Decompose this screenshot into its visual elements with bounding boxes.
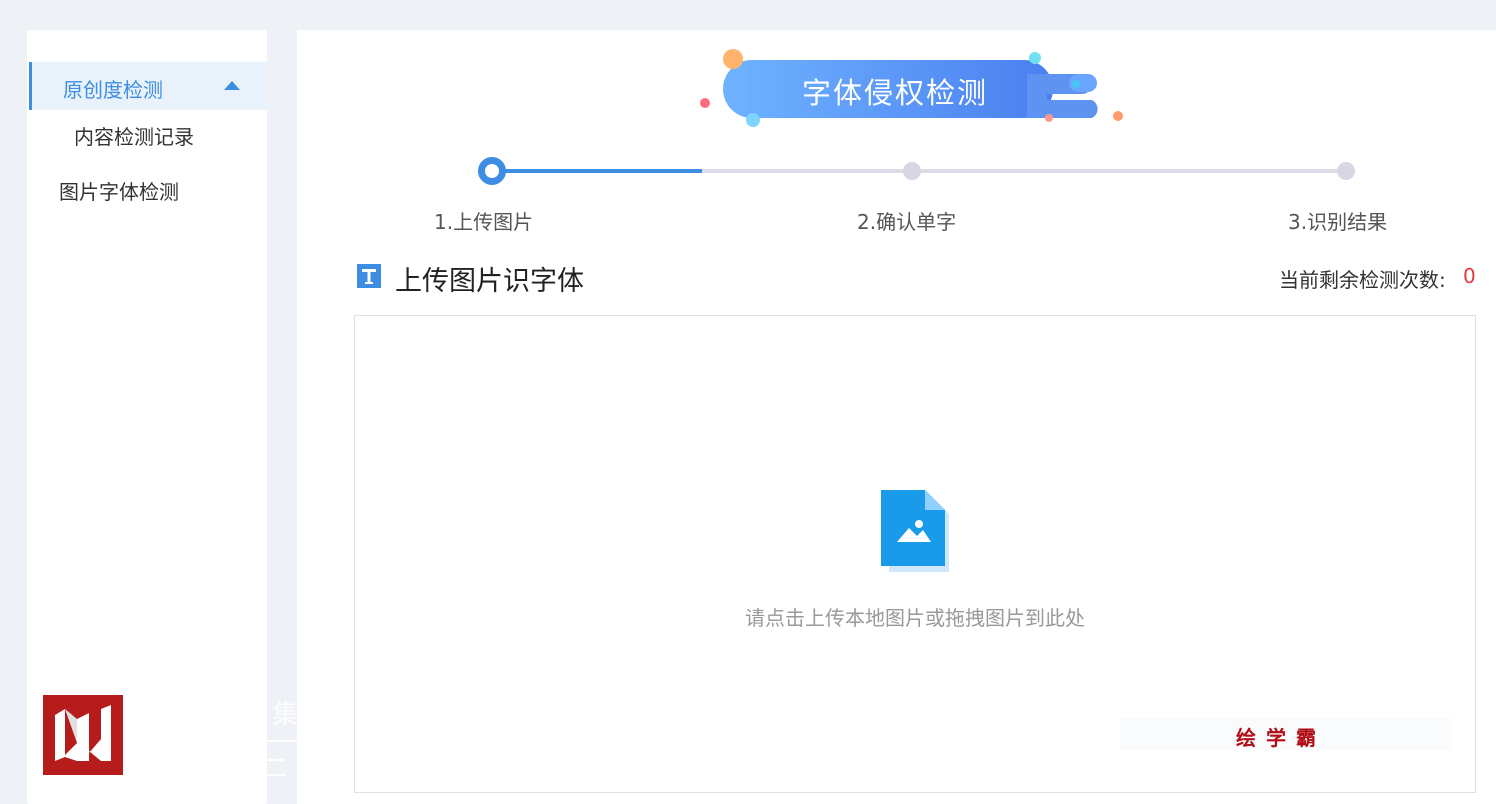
remaining-checks-label: 当前剩余检测次数: [1279, 268, 1446, 292]
sidebar-group-originality-check[interactable]: 原创度检测 [29, 62, 267, 110]
page-banner: 字体侵权检测 [697, 44, 1137, 144]
watermark-text: 绘学霸 [1236, 726, 1326, 750]
section-title: 上传图片识字体 [395, 266, 584, 297]
upload-dropzone[interactable]: 请点击上传本地图片或拖拽图片到此处 绘学霸 [354, 315, 1476, 793]
watermark: 绘学霸 [1120, 718, 1452, 750]
sidebar-group-label: 原创度检测 [63, 78, 163, 102]
main-panel: 字体侵权检测 1.上传图片 2.确认单字 3.识别结果 上传图片识字体 当前剩余… [297, 30, 1496, 804]
remaining-checks-count: 0 [1463, 264, 1476, 288]
sidebar-item-content-records[interactable]: 内容检测记录 [74, 121, 194, 150]
sidebar: 原创度检测 内容检测记录 图片字体检测 [27, 30, 267, 804]
w-logo-icon [43, 695, 123, 775]
banner-title: 字体侵权检测 [802, 76, 989, 110]
upload-hint: 请点击上传本地图片或拖拽图片到此处 [745, 606, 1085, 630]
steps-progress [490, 169, 702, 173]
step-label-1: 1.上传图片 [434, 210, 534, 234]
step-label-3: 3.识别结果 [1288, 210, 1388, 234]
step-label-2: 2.确认单字 [857, 210, 957, 234]
brand-logo [43, 695, 123, 775]
overlay-text: 二 [263, 754, 287, 782]
sidebar-item-image-font-check[interactable]: 图片字体检测 [59, 176, 179, 205]
step-dot-1 [478, 157, 506, 185]
chevron-up-icon[interactable] [224, 81, 240, 90]
image-file-icon [881, 490, 953, 574]
step-dot-2 [903, 162, 921, 180]
overlay-text: 集 [272, 700, 299, 730]
step-dot-3 [1337, 162, 1355, 180]
text-type-icon [357, 264, 381, 288]
